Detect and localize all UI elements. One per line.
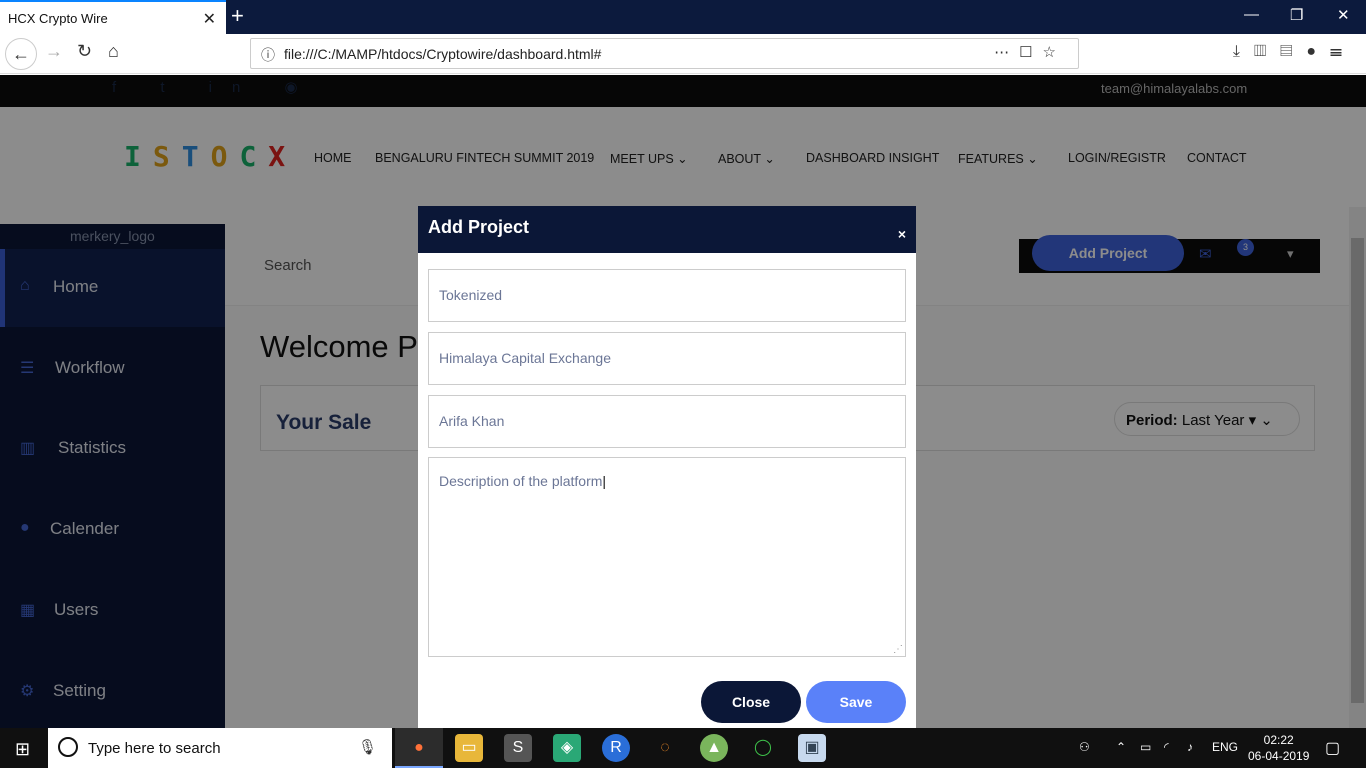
back-button[interactable]: ←: [5, 38, 37, 70]
file-explorer-icon[interactable]: ▭: [455, 734, 483, 762]
browser-tab[interactable]: HCX Crypto Wire ✕: [0, 0, 226, 34]
modal-title: Add Project: [428, 217, 530, 237]
toolbar-icons[interactable]: ⤓▥▤●☰: [1233, 43, 1356, 61]
language-indicator[interactable]: ENG: [1212, 740, 1238, 754]
app-icon[interactable]: ◈: [553, 734, 581, 762]
browser-tab-bar: HCX Crypto Wire ✕ + — ❐ ✕: [0, 0, 1366, 34]
remote-desktop-icon[interactable]: ▣: [798, 734, 826, 762]
restore-icon[interactable]: ❐: [1290, 6, 1303, 24]
clock-date: 06-04-2019: [1248, 749, 1310, 763]
new-tab-button[interactable]: +: [231, 3, 244, 29]
clock-time: 02:22: [1263, 733, 1294, 747]
wifi-icon[interactable]: ◜: [1164, 740, 1169, 754]
notifications-icon[interactable]: ▢: [1325, 738, 1340, 758]
circular-app-icon[interactable]: ◯: [749, 734, 777, 762]
system-clock[interactable]: 02:22 06-04-2019: [1248, 732, 1309, 764]
sublime-text-icon[interactable]: S: [504, 734, 532, 762]
info-icon[interactable]: ⓘ: [261, 45, 275, 65]
minimize-icon[interactable]: —: [1244, 6, 1259, 23]
url-text: file:///C:/MAMP/htdocs/Cryptowire/dashbo…: [284, 46, 602, 62]
volume-icon[interactable]: ♪: [1187, 740, 1193, 754]
firefox-icon[interactable]: ●: [395, 728, 443, 768]
microphone-icon[interactable]: 🎙: [358, 738, 377, 756]
contact-name-field[interactable]: Arifa Khan: [428, 395, 906, 448]
close-button[interactable]: Close: [701, 681, 801, 723]
url-bar[interactable]: ⓘ file:///C:/MAMP/htdocs/Cryptowire/dash…: [250, 38, 1079, 69]
windows-taskbar: ⊞ Type here to search 🎙 ● ▭ S ◈ R ◌ ▲ ◯ …: [0, 728, 1366, 768]
browser-nav-bar: ← → ↻ ⌂ ⓘ file:///C:/MAMP/htdocs/Cryptow…: [0, 34, 1366, 74]
windows-start-icon[interactable]: ⊞: [15, 739, 30, 760]
close-icon[interactable]: ×: [898, 226, 906, 242]
r-app-icon[interactable]: R: [602, 734, 630, 762]
battery-icon[interactable]: ▭: [1140, 740, 1151, 754]
people-icon[interactable]: ⚇: [1079, 740, 1090, 754]
close-tab-icon[interactable]: ✕: [203, 9, 216, 29]
add-project-modal: Add Project × Tokenized Himalaya Capital…: [418, 206, 916, 728]
forward-button[interactable]: →: [45, 41, 63, 62]
cortana-icon: [58, 737, 78, 757]
project-type-field[interactable]: Tokenized: [428, 269, 906, 322]
home-button[interactable]: ⌂: [108, 41, 119, 62]
taskbar-search-placeholder: Type here to search: [88, 740, 221, 757]
chevron-up-icon[interactable]: ⌃: [1116, 740, 1126, 754]
android-studio-icon[interactable]: ▲: [700, 734, 728, 762]
resize-handle-icon[interactable]: ⋰: [893, 644, 903, 655]
jupyter-icon[interactable]: ◌: [651, 734, 679, 762]
modal-header: Add Project ×: [418, 206, 916, 253]
description-textarea[interactable]: Description of the platform| ⋰: [428, 457, 906, 657]
close-window-icon[interactable]: ✕: [1337, 6, 1350, 24]
save-button[interactable]: Save: [806, 681, 906, 723]
page-actions-icons[interactable]: ⋯☐☆: [994, 43, 1066, 61]
reload-button[interactable]: ↻: [77, 41, 92, 62]
company-name-field[interactable]: Himalaya Capital Exchange: [428, 332, 906, 385]
taskbar-search[interactable]: Type here to search 🎙: [48, 728, 392, 768]
web-page: f t in ◉ team@himalayalabs.com ISTOCX HO…: [0, 75, 1366, 728]
description-text: Description of the platform: [439, 473, 603, 489]
tab-title: HCX Crypto Wire: [8, 11, 108, 26]
